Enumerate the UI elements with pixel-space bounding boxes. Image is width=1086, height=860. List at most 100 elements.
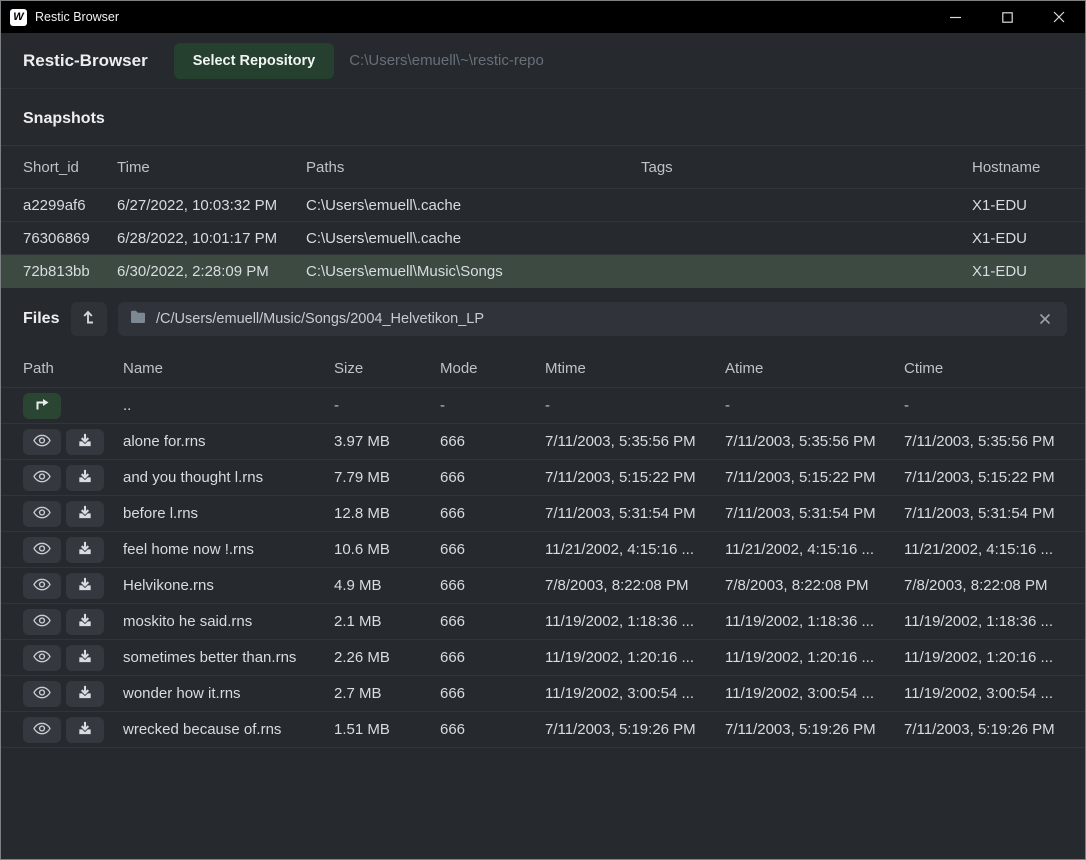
file-mtime: 7/11/2003, 5:19:26 PM (545, 721, 725, 738)
file-row[interactable]: before l.rns 12.8 MB 666 7/11/2003, 5:31… (1, 496, 1085, 532)
folder-icon (130, 310, 146, 328)
clear-path-button[interactable] (1035, 309, 1055, 329)
file-name: wonder how it.rns (123, 685, 334, 702)
file-size: 2.1 MB (334, 613, 440, 630)
snapshots-table-body: a2299af6 6/27/2022, 10:03:32 PM C:\Users… (1, 189, 1085, 288)
maximize-button[interactable] (981, 1, 1033, 33)
go-up-directory-button[interactable] (23, 393, 61, 419)
file-row[interactable]: wonder how it.rns 2.7 MB 666 11/19/2002,… (1, 676, 1085, 712)
file-name: wrecked because of.rns (123, 721, 334, 738)
eye-icon (33, 722, 51, 738)
column-header-size: Size (334, 360, 440, 377)
download-icon (78, 685, 92, 702)
file-ctime: 7/11/2003, 5:35:56 PM (904, 433, 1063, 450)
snapshot-row[interactable]: 72b813bb 6/30/2022, 2:28:09 PM C:\Users\… (1, 255, 1085, 288)
download-file-button[interactable] (66, 501, 104, 527)
preview-file-button[interactable] (23, 645, 61, 671)
snapshot-paths: C:\Users\emuell\Music\Songs (306, 263, 641, 280)
page-title: Restic-Browser (23, 51, 148, 71)
file-mode: 666 (440, 469, 545, 486)
preview-file-button[interactable] (23, 465, 61, 491)
download-file-button[interactable] (66, 429, 104, 455)
file-row[interactable]: Helvikone.rns 4.9 MB 666 7/8/2003, 8:22:… (1, 568, 1085, 604)
preview-file-button[interactable] (23, 681, 61, 707)
close-icon (1053, 11, 1065, 23)
file-name: before l.rns (123, 505, 334, 522)
download-file-button[interactable] (66, 573, 104, 599)
snapshot-short-id: a2299af6 (23, 197, 117, 214)
file-mode: 666 (440, 505, 545, 522)
file-row[interactable]: feel home now !.rns 10.6 MB 666 11/21/20… (1, 532, 1085, 568)
preview-file-button[interactable] (23, 537, 61, 563)
snapshot-paths: C:\Users\emuell\.cache (306, 230, 641, 247)
download-file-button[interactable] (66, 465, 104, 491)
file-mtime: 7/11/2003, 5:31:54 PM (545, 505, 725, 522)
download-file-button[interactable] (66, 645, 104, 671)
parent-directory-row[interactable]: .. - - - - - (1, 388, 1085, 424)
file-name: and you thought l.rns (123, 469, 334, 486)
path-value: /C/Users/emuell/Music/Songs/2004_Helveti… (156, 311, 1025, 327)
app-icon: W (10, 9, 27, 26)
file-row[interactable]: and you thought l.rns 7.79 MB 666 7/11/2… (1, 460, 1085, 496)
file-size: 2.7 MB (334, 685, 440, 702)
file-mode: 666 (440, 685, 545, 702)
preview-file-button[interactable] (23, 717, 61, 743)
snapshot-row[interactable]: a2299af6 6/27/2022, 10:03:32 PM C:\Users… (1, 189, 1085, 222)
download-icon (78, 613, 92, 630)
file-atime: - (725, 397, 904, 414)
file-name: alone for.rns (123, 433, 334, 450)
file-name: sometimes better than.rns (123, 649, 334, 666)
file-row[interactable]: wrecked because of.rns 1.51 MB 666 7/11/… (1, 712, 1085, 748)
column-header-name: Name (123, 360, 334, 377)
select-repository-button[interactable]: Select Repository (174, 43, 335, 79)
minimize-button[interactable] (929, 1, 981, 33)
download-file-button[interactable] (66, 717, 104, 743)
snapshot-hostname: X1-EDU (972, 230, 1063, 247)
minimize-icon (950, 12, 961, 23)
preview-file-button[interactable] (23, 573, 61, 599)
path-input[interactable]: /C/Users/emuell/Music/Songs/2004_Helveti… (118, 302, 1067, 336)
app-icon-letter: W (13, 12, 23, 23)
file-atime: 11/21/2002, 4:15:16 ... (725, 541, 904, 558)
download-icon (78, 649, 92, 666)
eye-icon (33, 434, 51, 450)
files-table-header: Path Name Size Mode Mtime Atime Ctime (1, 350, 1085, 388)
preview-file-button[interactable] (23, 429, 61, 455)
file-row[interactable]: moskito he said.rns 2.1 MB 666 11/19/200… (1, 604, 1085, 640)
files-table: Path Name Size Mode Mtime Atime Ctime ..… (1, 350, 1085, 748)
file-mtime: 7/8/2003, 8:22:08 PM (545, 577, 725, 594)
file-ctime: 7/11/2003, 5:15:22 PM (904, 469, 1063, 486)
download-file-button[interactable] (66, 609, 104, 635)
preview-file-button[interactable] (23, 501, 61, 527)
file-atime: 7/8/2003, 8:22:08 PM (725, 577, 904, 594)
parent-directory-button[interactable] (71, 302, 107, 336)
download-icon (78, 469, 92, 486)
file-mode: 666 (440, 577, 545, 594)
eye-icon (33, 614, 51, 630)
download-file-button[interactable] (66, 537, 104, 563)
file-mtime: 7/11/2003, 5:35:56 PM (545, 433, 725, 450)
repository-path: C:\Users\emuell\~\restic-repo (349, 52, 544, 69)
file-row[interactable]: sometimes better than.rns 2.26 MB 666 11… (1, 640, 1085, 676)
snapshot-row[interactable]: 76306869 6/28/2022, 10:01:17 PM C:\Users… (1, 222, 1085, 255)
file-mtime: 11/19/2002, 1:18:36 ... (545, 613, 725, 630)
close-button[interactable] (1033, 1, 1085, 33)
file-row[interactable]: alone for.rns 3.97 MB 666 7/11/2003, 5:3… (1, 424, 1085, 460)
file-atime: 7/11/2003, 5:15:22 PM (725, 469, 904, 486)
snapshots-heading: Snapshots (23, 110, 1063, 128)
level-up-icon (82, 310, 97, 328)
file-mode: 666 (440, 613, 545, 630)
column-header-path: Path (23, 360, 123, 377)
file-mode: 666 (440, 433, 545, 450)
file-ctime: 11/19/2002, 3:00:54 ... (904, 685, 1063, 702)
file-ctime: 7/8/2003, 8:22:08 PM (904, 577, 1063, 594)
column-header-mode: Mode (440, 360, 545, 377)
download-file-button[interactable] (66, 681, 104, 707)
file-atime: 7/11/2003, 5:31:54 PM (725, 505, 904, 522)
snapshots-table-header: Short_id Time Paths Tags Hostname (1, 146, 1085, 189)
download-icon (78, 541, 92, 558)
column-header-hostname: Hostname (972, 159, 1063, 176)
snapshot-paths: C:\Users\emuell\.cache (306, 197, 641, 214)
preview-file-button[interactable] (23, 609, 61, 635)
snapshot-time: 6/30/2022, 2:28:09 PM (117, 263, 306, 280)
